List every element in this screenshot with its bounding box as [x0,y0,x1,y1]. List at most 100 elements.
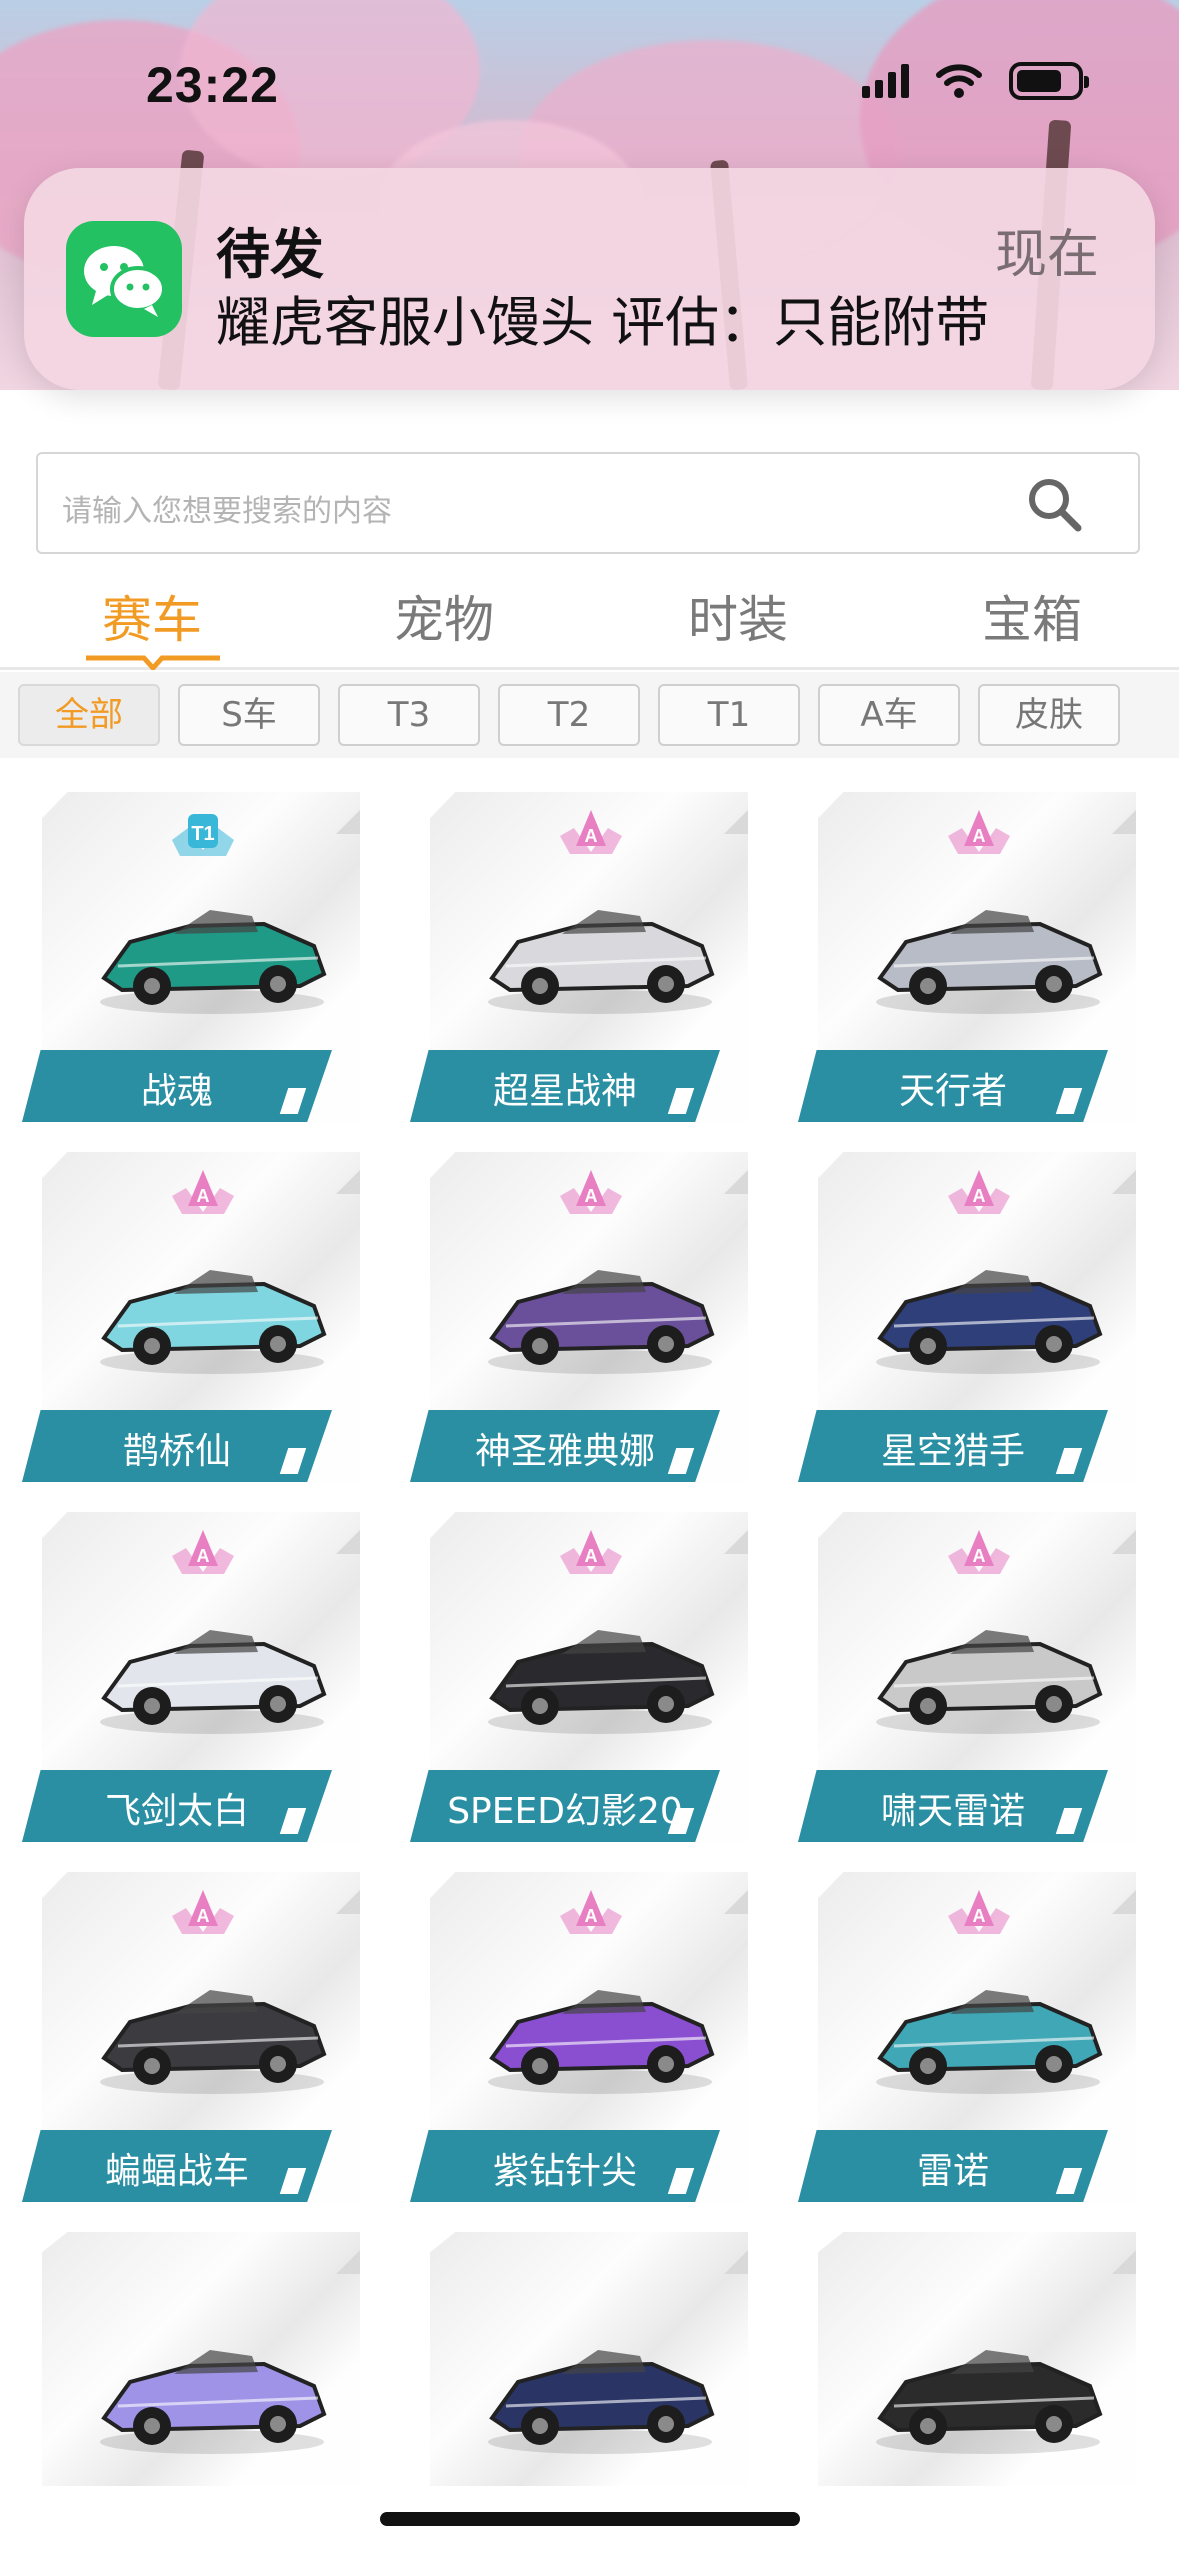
grade-a-icon: A [560,1890,622,1934]
svg-text:A: A [197,1186,210,1206]
car-image [876,1630,1103,1734]
svg-text:A: A [585,1186,598,1206]
car-name: 鹊桥仙 [122,1431,231,1472]
car-image [488,910,715,1014]
grade-a-icon: A [560,1530,622,1574]
svg-text:A: A [585,1906,598,1926]
car-card[interactable]: A 天行者 [798,792,1138,1128]
car-name-bar: 蝙蝠战车 [22,2130,332,2202]
car-name-bar: 啸天雷诺 [798,1770,1108,1842]
active-tab-indicator [86,655,220,670]
car-name: 紫钻针尖 [492,2151,637,2192]
car-image [876,910,1103,1014]
car-card[interactable]: A 雷诺 [798,1872,1138,2208]
filter-bar: 全部 S车 T3 T2 T1 A车 皮肤 [0,672,1179,758]
wechat-icon [66,221,182,337]
grade-a-icon: A [948,1890,1010,1934]
car-name-bar: 超星战神 [410,1050,720,1122]
car-name: 飞剑太白 [104,1791,249,1832]
svg-text:A: A [197,1906,210,1926]
filter-t2[interactable]: T2 [498,684,640,746]
car-image [876,2350,1103,2454]
search-icon[interactable] [1024,474,1084,534]
car-image [488,1630,715,1734]
car-image [876,1270,1103,1374]
car-card[interactable]: A 神圣雅典娜 [410,1152,750,1488]
status-icons [862,62,1089,100]
tab-pets[interactable]: 宠物 [344,580,544,652]
car-image [488,2350,715,2454]
battery-icon [1009,62,1089,100]
notification-body: 耀虎客服小馒头 评估：只能附带 [216,291,990,354]
svg-text:A: A [585,826,598,846]
car-name: 啸天雷诺 [880,1791,1025,1832]
wifi-icon [936,64,982,98]
status-time: 23:22 [146,57,279,113]
tab-outfits[interactable]: 时装 [638,580,838,652]
svg-text:T1: T1 [191,823,214,845]
car-card[interactable]: T1 战魂 [22,792,362,1128]
grade-t1-icon: T1 [172,814,234,856]
car-card[interactable]: A 超星战神 [410,792,750,1128]
car-name: 神圣雅典娜 [474,1431,655,1472]
car-name: SPEED幻影20 [447,1791,683,1832]
category-tabs: 赛车 宠物 时装 宝箱 [0,570,1179,670]
car-name: 超星战神 [492,1071,637,1112]
car-card[interactable]: A 蝙蝠战车 [22,1872,362,2208]
car-name: 战魂 [140,1071,213,1112]
tab-treasure-chests[interactable]: 宝箱 [932,580,1132,652]
car-image [100,1990,327,2094]
svg-text:A: A [973,1546,986,1566]
filter-t1[interactable]: T1 [658,684,800,746]
car-image [876,1990,1103,2094]
car-card[interactable]: A 星空猎手 [798,1152,1138,1488]
car-card[interactable]: A SPEED幻影20 [410,1512,750,1848]
car-name: 雷诺 [916,2151,989,2192]
filter-t3[interactable]: T3 [338,684,480,746]
grade-a-icon: A [948,1530,1010,1574]
car-image [100,2350,327,2454]
filter-s-car[interactable]: S车 [178,684,320,746]
car-card[interactable] [410,2232,750,2486]
car-name-bar: 星空猎手 [798,1410,1108,1482]
grade-a-icon: A [172,1530,234,1574]
car-name-bar: 战魂 [22,1050,332,1122]
car-image [100,1630,327,1734]
car-name-bar: 雷诺 [798,2130,1108,2202]
filter-skin[interactable]: 皮肤 [978,684,1120,746]
search-input[interactable]: 请输入您想要搜索的内容 [36,452,1140,554]
tab-racing-cars[interactable]: 赛车 [52,580,252,652]
car-name-bar: 紫钻针尖 [410,2130,720,2202]
filter-all[interactable]: 全部 [18,684,160,746]
car-name-bar: SPEED幻影20 [410,1770,720,1842]
car-image [100,910,327,1014]
grade-a-icon: A [560,810,622,854]
search-placeholder: 请输入您想要搜索的内容 [62,494,392,529]
svg-text:A: A [973,1186,986,1206]
svg-text:A: A [197,1546,210,1566]
home-indicator [380,2512,800,2526]
car-image [488,1270,715,1374]
car-card[interactable]: A 紫钻针尖 [410,1872,750,2208]
car-name-bar: 天行者 [798,1050,1108,1122]
svg-text:A: A [585,1546,598,1566]
grade-a-icon: A [948,810,1010,854]
car-image [100,1270,327,1374]
cellular-signal-icon [862,64,909,98]
car-card[interactable]: A 鹊桥仙 [22,1152,362,1488]
grade-a-icon: A [172,1170,234,1214]
car-name: 蝙蝠战车 [104,2151,249,2192]
car-card[interactable]: A 飞剑太白 [22,1512,362,1848]
grade-a-icon: A [172,1890,234,1934]
car-name-bar: 飞剑太白 [22,1770,332,1842]
car-card[interactable] [798,2232,1138,2486]
svg-text:A: A [973,1906,986,1926]
car-name: 天行者 [898,1071,1007,1112]
filter-a-car[interactable]: A车 [818,684,960,746]
notification-banner[interactable]: 待发 耀虎客服小馒头 评估：只能附带 现在 [24,168,1155,390]
grade-a-icon: A [948,1170,1010,1214]
grade-a-icon: A [560,1170,622,1214]
car-name: 星空猎手 [880,1431,1025,1472]
car-card[interactable]: A 啸天雷诺 [798,1512,1138,1848]
car-card[interactable] [22,2232,362,2486]
